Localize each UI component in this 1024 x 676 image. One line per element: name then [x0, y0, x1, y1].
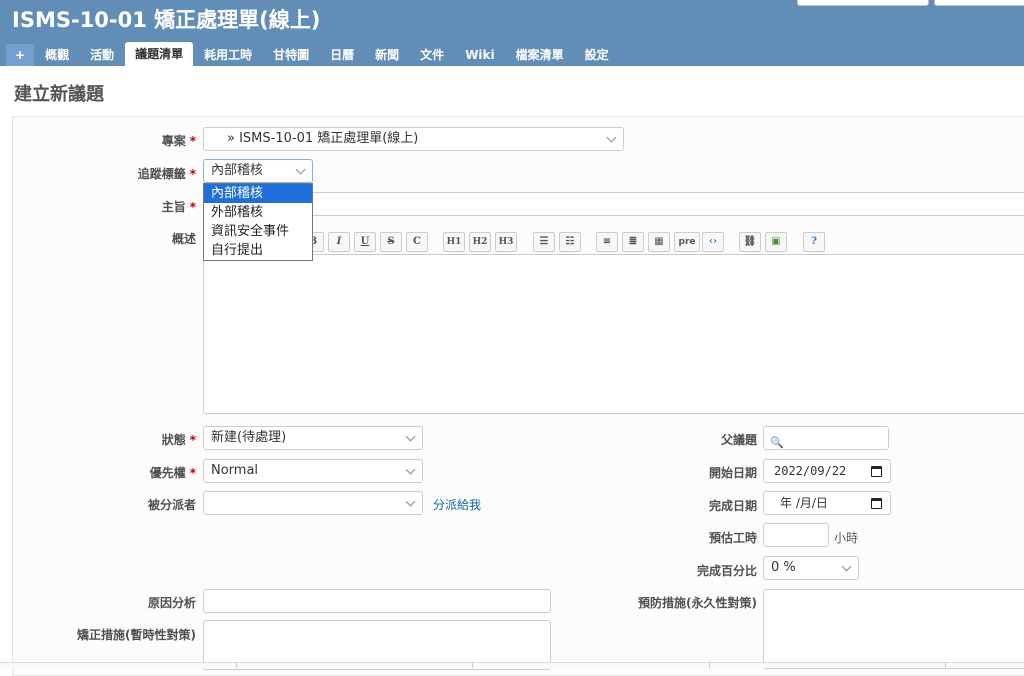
unordered-list-icon[interactable]: ☰	[533, 232, 555, 252]
tracker-option[interactable]: 外部稽核	[204, 203, 312, 222]
tab-gantt[interactable]: 甘特圖	[263, 44, 319, 66]
estimated-hours-label: 預估工時	[708, 531, 757, 545]
tab-issues[interactable]: 議題清單	[125, 42, 194, 66]
strike-button[interactable]: S	[380, 232, 402, 252]
tracker-dropdown-list: 內部稽核 外部稽核 資訊安全事件 自行提出	[203, 183, 313, 261]
footer-divider	[472, 662, 473, 668]
status-select[interactable]: 新建(待處理)	[203, 426, 423, 450]
subject-input[interactable]	[203, 192, 1024, 216]
hours-unit: 小時	[834, 531, 859, 545]
app-header: ISMS-10-01 矯正處理單(線上) + 概觀 活動 議題清單 耗用工時 甘…	[0, 0, 1024, 66]
code-button[interactable]: C	[406, 232, 428, 252]
prevention-textarea[interactable]	[763, 589, 1024, 669]
ordered-list-icon[interactable]: ☷	[559, 232, 581, 252]
tab-wiki[interactable]: Wiki	[455, 44, 504, 66]
assignee-select[interactable]	[203, 491, 423, 515]
tab-files[interactable]: 檔案清單	[506, 44, 574, 66]
status-label: 狀態 *	[161, 433, 196, 447]
tab-overview[interactable]: 概觀	[35, 44, 79, 66]
top-project-jump[interactable]	[934, 0, 1024, 6]
correction-label: 矯正措施(暫時性對策)	[77, 628, 196, 642]
start-date-label: 開始日期	[708, 466, 757, 480]
link-icon[interactable]: ⛓	[739, 232, 761, 252]
tab-news[interactable]: 新聞	[365, 44, 409, 66]
footer-divider	[945, 662, 946, 668]
start-date-input[interactable]: 2022/09/22	[763, 459, 891, 483]
description-label: 概述	[171, 232, 196, 246]
page-title: 建立新議題	[14, 84, 104, 105]
tracker-option[interactable]: 內部稽核	[204, 184, 312, 203]
tab-settings[interactable]: 設定	[575, 44, 619, 66]
description-textarea[interactable]	[203, 254, 1024, 414]
top-search-box[interactable]	[797, 0, 929, 6]
help-icon[interactable]: ?	[803, 232, 825, 252]
image-icon[interactable]: ▣	[765, 232, 787, 252]
tab-activity[interactable]: 活動	[80, 44, 124, 66]
parent-issue-label: 父議題	[720, 433, 757, 447]
priority-label: 優先權 *	[149, 466, 196, 480]
footer-divider	[0, 662, 1024, 668]
search-icon: 🔍	[770, 436, 784, 449]
calendar-icon[interactable]	[871, 466, 882, 477]
priority-select[interactable]: Normal	[203, 459, 423, 483]
new-object-button[interactable]: +	[6, 44, 35, 66]
cause-analysis-label: 原因分析	[147, 596, 196, 610]
start-date-value: 2022/09/22	[774, 464, 847, 478]
done-ratio-label: 完成百分比	[696, 564, 757, 578]
project-select[interactable]: » ISMS-10-01 矯正處理單(線上)	[203, 127, 624, 151]
calendar-icon[interactable]	[871, 498, 882, 509]
tab-time-entries[interactable]: 耗用工時	[194, 44, 262, 66]
table-icon[interactable]: ▦	[648, 232, 670, 252]
footer-divider	[236, 662, 237, 668]
done-ratio-select[interactable]: 0 %	[763, 556, 859, 580]
tab-calendar[interactable]: 日曆	[320, 44, 364, 66]
assignee-label: 被分派者	[147, 498, 196, 512]
tracker-option[interactable]: 自行提出	[204, 241, 312, 260]
due-date-input[interactable]: 年 /月/日	[763, 491, 891, 515]
project-title: ISMS-10-01 矯正處理單(線上)	[12, 8, 321, 32]
project-label: 專案 *	[161, 134, 196, 148]
prevention-label: 預防措施(永久性對策)	[638, 596, 757, 610]
unquote-icon[interactable]: ≣	[622, 232, 644, 252]
main-menu: + 概觀 活動 議題清單 耗用工時 甘特圖 日曆 新聞 文件 Wiki 檔案清單…	[6, 42, 620, 66]
estimated-hours-input[interactable]	[763, 523, 829, 547]
italic-button[interactable]: I	[328, 232, 350, 252]
due-date-value: 年 /月/日	[780, 496, 828, 510]
parent-issue-input[interactable]: 🔍	[763, 426, 889, 450]
footer-divider	[709, 662, 710, 668]
tracker-option[interactable]: 資訊安全事件	[204, 222, 312, 241]
quote-icon[interactable]: ≡	[596, 232, 618, 252]
pre-button[interactable]: pre	[674, 232, 700, 252]
h2-button[interactable]: H2	[469, 232, 491, 252]
assign-to-me-link[interactable]: 分派給我	[433, 496, 481, 513]
h3-button[interactable]: H3	[495, 232, 517, 252]
code-highlight-icon[interactable]: ‹›	[702, 232, 724, 252]
h1-button[interactable]: H1	[443, 232, 465, 252]
due-date-label: 完成日期	[708, 499, 757, 513]
underline-button[interactable]: U	[354, 232, 376, 252]
tab-documents[interactable]: 文件	[410, 44, 454, 66]
tracker-label: 追蹤標籤 *	[137, 167, 196, 181]
subject-label: 主旨 *	[161, 200, 196, 214]
cause-analysis-input[interactable]	[203, 589, 551, 613]
tracker-select[interactable]: 內部稽核	[203, 159, 313, 183]
